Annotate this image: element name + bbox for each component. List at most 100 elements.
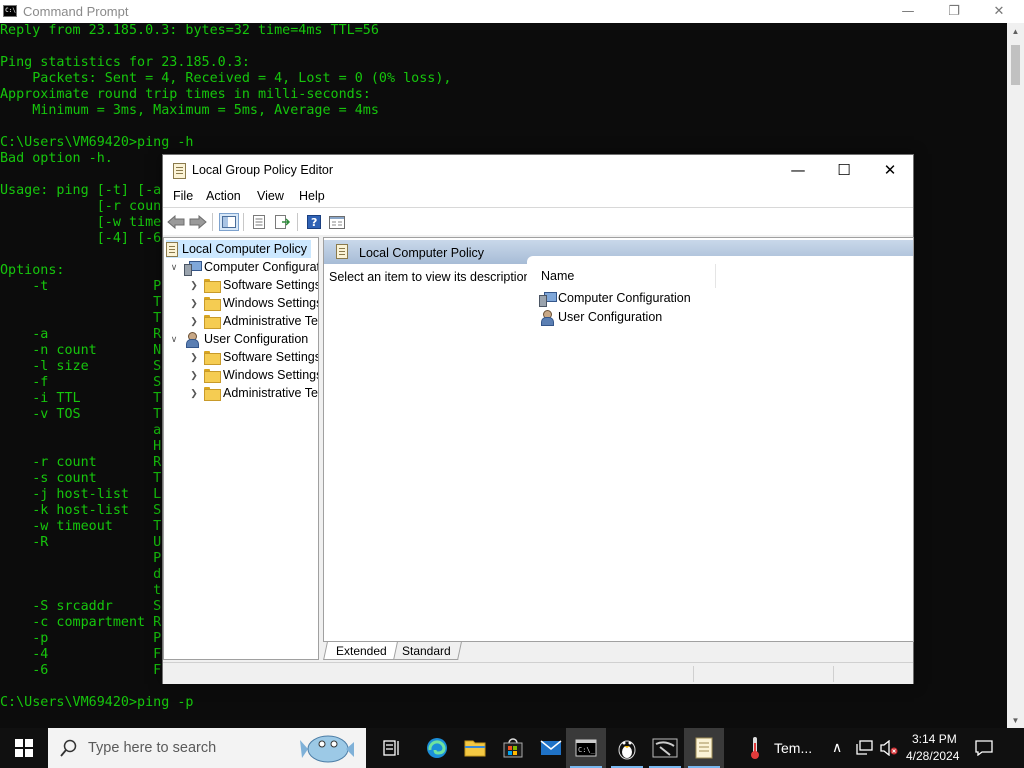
clock-time[interactable]: 3:14 PM — [912, 732, 957, 746]
search-icon — [60, 739, 77, 757]
toolbar-separator — [212, 213, 213, 231]
menu-file[interactable]: File — [173, 189, 193, 203]
scroll-thumb[interactable] — [1011, 45, 1020, 85]
console-line: T — [0, 295, 162, 310]
show-hide-tree-icon[interactable] — [219, 213, 239, 231]
task-view-button[interactable] — [372, 728, 412, 768]
tree-item-software-settings[interactable]: ❯ Software Settings — [188, 276, 318, 294]
status-divider — [693, 666, 694, 682]
chevron-down-icon[interactable]: ∨ — [168, 262, 180, 273]
cmd-minimize-button[interactable]: — — [885, 0, 931, 23]
tree-item-user-configuration[interactable]: ∨ User Configuration — [168, 330, 308, 348]
gpe-maximize-button[interactable]: ☐ — [821, 155, 867, 185]
column-header-name[interactable]: Name — [541, 269, 574, 283]
weather-widget[interactable] — [735, 728, 775, 768]
items-list[interactable]: Name Computer Configuration User Configu… — [527, 256, 913, 641]
taskbar-tools-app[interactable] — [645, 728, 685, 768]
scroll-up-arrow-icon[interactable]: ▲ — [1007, 23, 1024, 40]
group-policy-editor-window[interactable]: Local Group Policy Editor — ☐ ✕ File Act… — [162, 154, 914, 684]
taskbar-command-prompt[interactable]: C:\_ — [566, 728, 606, 768]
status-bar — [163, 662, 913, 684]
folder-icon — [204, 279, 221, 293]
console-tree-pane[interactable]: Local Computer Policy ∨ Computer Configu… — [163, 237, 319, 660]
policy-editor-icon — [695, 737, 713, 759]
list-item-user-configuration[interactable]: User Configuration — [539, 308, 662, 326]
chevron-right-icon[interactable]: ❯ — [188, 388, 200, 399]
gpe-minimize-button[interactable]: — — [775, 155, 821, 185]
console-line: -v TOS T — [0, 407, 162, 422]
console-line: -j host-list L — [0, 487, 162, 502]
chevron-right-icon[interactable]: ❯ — [188, 298, 200, 309]
menu-help[interactable]: Help — [299, 189, 325, 203]
column-divider[interactable] — [715, 264, 716, 288]
search-placeholder: Type here to search — [88, 740, 217, 756]
console-line: Usage: ping [-t] [-a — [0, 183, 162, 198]
back-arrow-icon[interactable] — [166, 213, 186, 231]
show-action-pane-icon[interactable] — [327, 213, 347, 231]
tree-item-user-administrative-templates[interactable]: ❯ Administrative Templates — [188, 384, 318, 402]
properties-icon[interactable] — [249, 213, 269, 231]
cmd-close-button[interactable]: ✕ — [976, 0, 1022, 23]
tab-standard[interactable]: Standard — [389, 642, 462, 660]
cmd-window-title: Command Prompt — [23, 4, 129, 19]
menu-action[interactable]: Action — [206, 189, 241, 203]
taskbar-mail[interactable] — [531, 728, 571, 768]
console-line: a — [0, 423, 162, 438]
chevron-right-icon[interactable]: ❯ — [188, 316, 200, 327]
description-text: Select an item to view its description. — [329, 270, 534, 284]
show-hidden-icons-chevron-icon[interactable]: ∧ — [832, 739, 842, 756]
taskbar-linux-app[interactable] — [607, 728, 647, 768]
chevron-right-icon[interactable]: ❯ — [188, 280, 200, 291]
folder-icon — [204, 315, 221, 329]
folder-icon — [204, 297, 221, 311]
chevron-right-icon[interactable]: ❯ — [188, 352, 200, 363]
volume-muted-icon[interactable] — [880, 739, 898, 761]
chevron-right-icon[interactable]: ❯ — [188, 370, 200, 381]
menu-view[interactable]: View — [257, 189, 284, 203]
task-view-icon — [383, 740, 399, 756]
tree-item-local-computer-policy[interactable]: Local Computer Policy — [166, 240, 312, 258]
gpe-titlebar[interactable]: Local Group Policy Editor — ☐ ✕ — [163, 155, 913, 185]
taskbar-store[interactable] — [493, 728, 533, 768]
scroll-down-arrow-icon[interactable]: ▼ — [1007, 712, 1024, 729]
list-item-computer-configuration[interactable]: Computer Configuration — [539, 289, 691, 307]
export-list-icon[interactable] — [273, 213, 293, 231]
console-line: [-w time — [0, 215, 162, 230]
console-line: Options: — [0, 263, 65, 278]
linux-penguin-icon — [618, 740, 636, 760]
clock-date[interactable]: 4/28/2024 — [906, 749, 959, 763]
start-button[interactable] — [4, 728, 44, 768]
tree-item-windows-settings[interactable]: ❯ Windows Settings — [188, 294, 318, 312]
weather-text[interactable]: Tem... — [774, 740, 812, 756]
toolbar-separator — [297, 213, 298, 231]
details-pane[interactable]: Local Computer Policy Select an item to … — [323, 237, 914, 642]
gpe-window-title: Local Group Policy Editor — [192, 163, 334, 177]
forward-arrow-icon[interactable] — [188, 213, 208, 231]
taskbar-file-explorer[interactable] — [455, 728, 495, 768]
cmd-titlebar[interactable]: C:\ Command Prompt — ❐ ✕ — [0, 0, 1024, 23]
taskbar: Type here to search C:\_ Tem... ∧ 3:14 P… — [0, 728, 1024, 768]
tree-item-administrative-templates[interactable]: ❯ Administrative Templates — [188, 312, 318, 330]
tree-item-user-windows-settings[interactable]: ❯ Windows Settings — [188, 366, 318, 384]
tree-item-computer-configuration[interactable]: ∨ Computer Configuration — [168, 258, 318, 276]
tab-extended[interactable]: Extended — [323, 642, 398, 660]
tree-item-user-software-settings[interactable]: ❯ Software Settings — [188, 348, 318, 366]
help-icon[interactable]: ? — [304, 213, 324, 231]
console-line: Packets: Sent = 4, Received = 4, Lost = … — [0, 71, 452, 86]
console-line: t — [0, 583, 162, 598]
console-line: -n count N — [0, 343, 162, 358]
svg-text:?: ? — [311, 216, 317, 229]
notifications-icon[interactable] — [975, 740, 993, 761]
taskbar-edge[interactable] — [417, 728, 457, 768]
taskbar-search-box[interactable]: Type here to search — [48, 728, 366, 768]
console-line: [-r coun — [0, 199, 162, 214]
gpe-close-button[interactable]: ✕ — [867, 155, 913, 185]
console-line: T — [0, 311, 162, 326]
taskbar-group-policy-editor[interactable] — [684, 728, 724, 768]
store-icon — [503, 738, 523, 758]
cmd-restore-button[interactable]: ❐ — [931, 0, 977, 23]
chevron-down-icon[interactable]: ∨ — [168, 334, 180, 345]
cmd-vertical-scrollbar[interactable]: ▲ ▼ — [1007, 23, 1024, 729]
edge-browser-icon — [427, 738, 447, 758]
network-icon[interactable] — [856, 740, 874, 761]
